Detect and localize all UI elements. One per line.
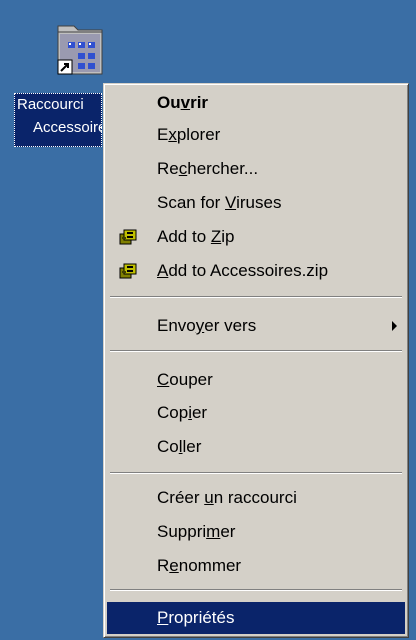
menu-item-ouvrir[interactable]: Ouvrir	[107, 87, 405, 119]
winzip-icon	[119, 229, 137, 245]
menu-item-explorer[interactable]: Explorer	[107, 119, 405, 151]
folder-shortcut-icon[interactable]	[52, 22, 112, 82]
icon-label[interactable]: Raccourci Accessoires	[14, 93, 102, 147]
menu-separator	[110, 350, 402, 352]
menu-item-renommer[interactable]: Renommer	[107, 550, 405, 582]
menu-item-creer-raccourci[interactable]: Créer un raccourci	[107, 482, 405, 514]
menu-item-proprietes[interactable]: Propriétés	[107, 602, 405, 634]
submenu-arrow-icon	[392, 321, 397, 331]
menu-separator	[110, 589, 402, 591]
icon-label-line2: Accessoires	[33, 119, 102, 136]
context-menu: Ouvrir Explorer Rechercher... Scan for V…	[103, 83, 409, 638]
icon-label-line1: Raccourci	[17, 96, 84, 113]
menu-item-scan-viruses[interactable]: Scan for Viruses	[107, 187, 405, 219]
menu-item-rechercher[interactable]: Rechercher...	[107, 153, 405, 185]
winzip-icon	[119, 263, 137, 279]
menu-item-supprimer[interactable]: Supprimer	[107, 516, 405, 548]
menu-separator	[110, 296, 402, 298]
menu-item-couper[interactable]: Couper	[107, 364, 405, 396]
menu-separator	[110, 472, 402, 474]
menu-item-coller[interactable]: Coller	[107, 431, 405, 463]
menu-item-add-to-zip[interactable]: Add to Zip	[107, 221, 405, 253]
menu-item-add-to-accessoires-zip[interactable]: Add to Accessoires.zip	[107, 255, 405, 287]
menu-item-envoyer-vers[interactable]: Envoyer vers	[107, 310, 405, 342]
menu-item-copier[interactable]: Copier	[107, 397, 405, 429]
